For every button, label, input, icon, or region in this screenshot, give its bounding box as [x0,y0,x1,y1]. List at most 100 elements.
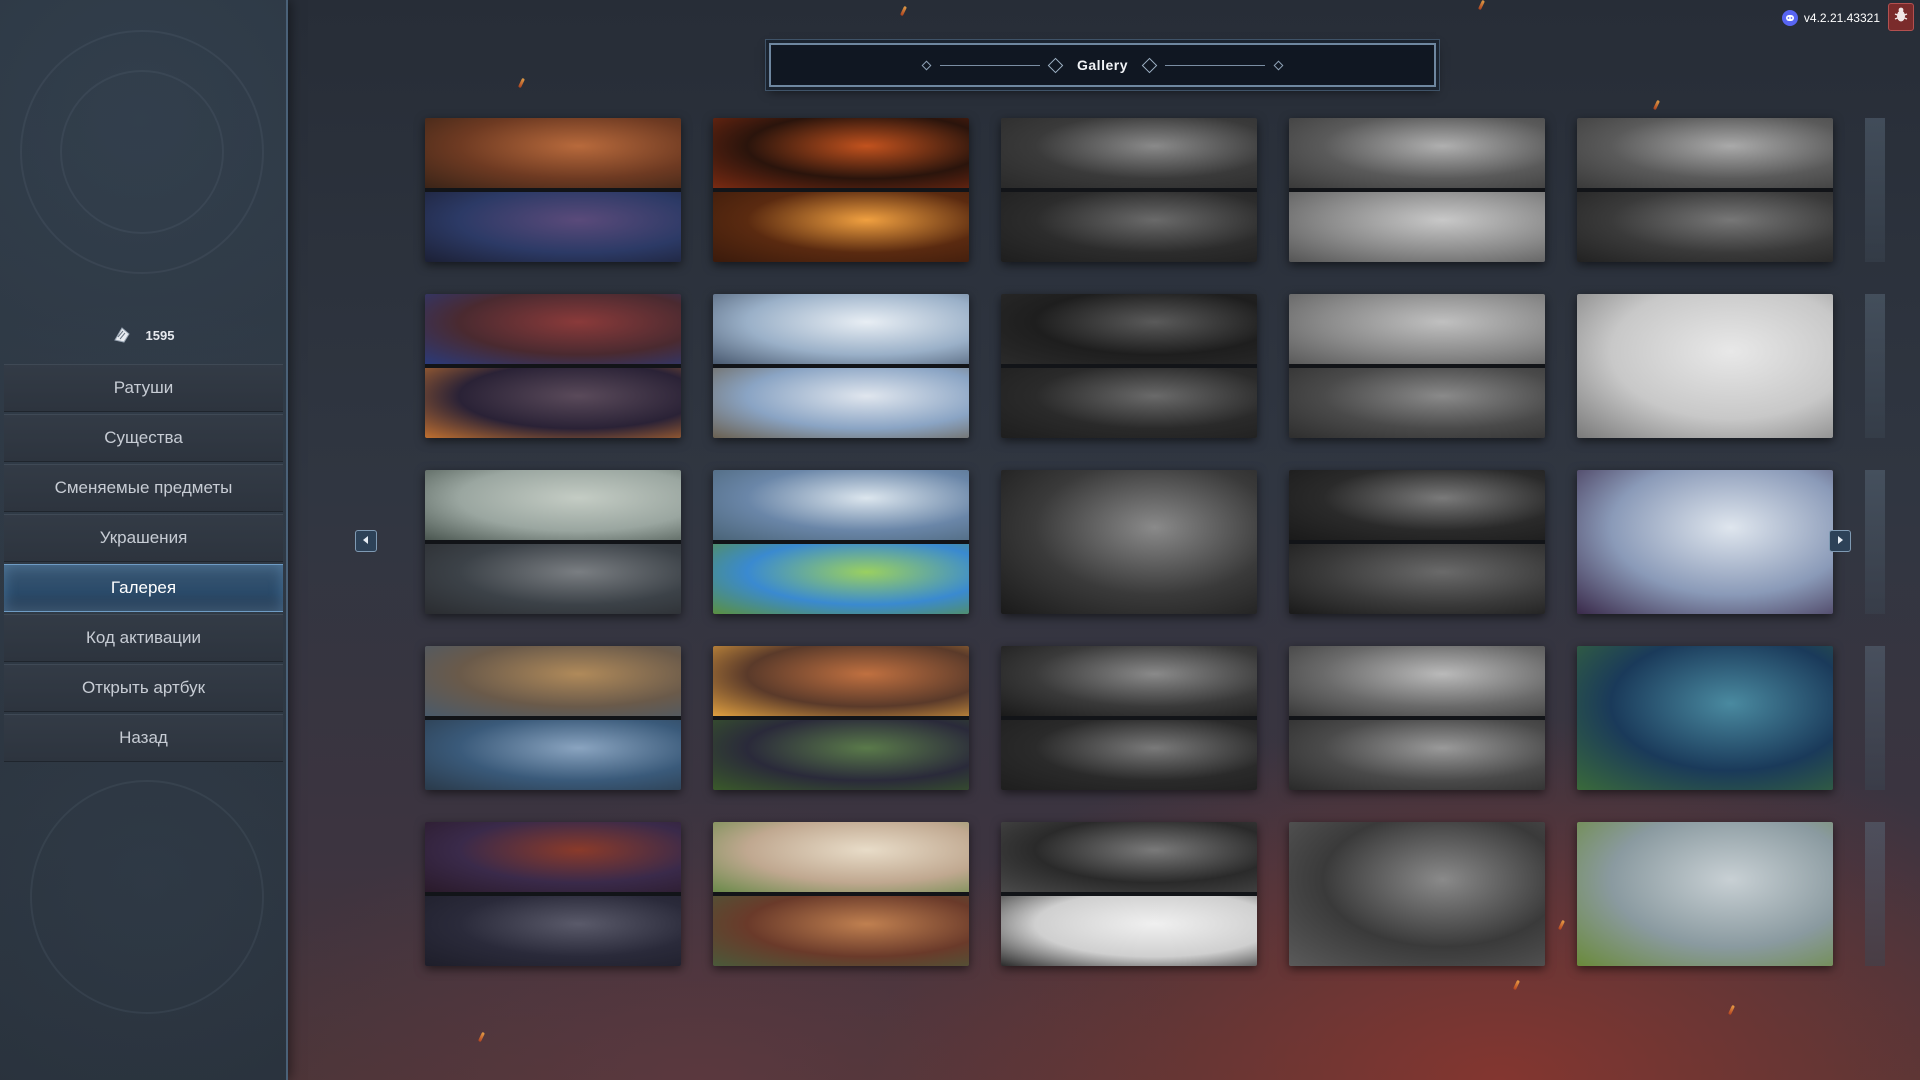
gallery-prev-button[interactable] [355,530,377,552]
ornament [1273,60,1284,70]
sidebar-item-open-artbook[interactable]: Открыть артбук [4,664,283,712]
artwork-thumbnail [1001,720,1257,790]
ember-spark [1513,979,1520,991]
gallery-tile[interactable] [713,646,969,790]
gallery-tile[interactable] [713,470,969,614]
sidebar-item-creatures[interactable]: Существа [4,414,283,462]
artwork-thumbnail [1577,192,1833,262]
artwork-thumbnail [425,896,681,966]
discord-icon[interactable] [1781,10,1798,26]
gallery-tile[interactable] [425,646,681,790]
artwork-thumbnail [1289,470,1545,540]
ornament [1047,57,1064,73]
currency-value: 1595 [145,327,175,343]
gallery-tile-next-page-peek [1865,822,1885,966]
artwork-thumbnail [713,118,969,188]
version-text: v4.2.21.43321 [1803,11,1880,25]
artwork-thumbnail [713,896,969,966]
artwork-thumbnail [425,646,681,716]
sidebar-item-label: Назад [119,728,168,747]
artwork-thumbnail [425,544,681,614]
ember-spark [1653,99,1660,111]
artwork-thumbnail [713,822,969,892]
version-info: v4.2.21.43321 [1781,10,1880,26]
gallery-tile[interactable] [1577,118,1833,262]
sidebar-menu: Ратуши Существа Сменяемые предметы Украш… [4,364,283,764]
ember-spark [478,1031,485,1043]
artwork-thumbnail [1577,646,1833,790]
currency-display: 1595 [0,323,286,347]
sidebar-item-swappable-items[interactable]: Сменяемые предметы [4,464,283,512]
gallery-tile[interactable] [1289,294,1545,438]
gallery-tile[interactable] [1289,470,1545,614]
artwork-thumbnail [713,720,969,790]
sidebar-item-label: Украшения [99,528,188,547]
sidebar-item-back[interactable]: Назад [4,714,283,762]
sidebar-item-label: Ратуши [113,378,174,397]
artwork-thumbnail [425,192,681,262]
bug-report-button[interactable] [1888,3,1914,31]
gallery-tile[interactable] [713,118,969,262]
gallery-next-button[interactable] [1829,530,1851,552]
artwork-thumbnail [1577,118,1833,188]
gallery-tile-next-page-peek [1865,294,1885,438]
artwork-thumbnail [1001,192,1257,262]
artwork-thumbnail [1577,822,1833,966]
artwork-thumbnail [713,646,969,716]
gallery-tile[interactable] [1001,118,1257,262]
ember-spark [1728,1004,1735,1016]
sidebar-item-town-halls[interactable]: Ратуши [4,364,283,412]
artwork-thumbnail [1577,470,1833,614]
divider [1164,64,1265,66]
gallery-tile[interactable] [1577,822,1833,966]
sidebar-item-decorations[interactable]: Украшения [4,514,283,562]
gallery-tile[interactable] [713,294,969,438]
gallery-tile[interactable] [1001,822,1257,966]
sidebar-item-label: Код активации [85,628,201,647]
artwork-thumbnail [1289,192,1545,262]
artwork-thumbnail [1289,646,1545,716]
sidebar: 1595 Ратуши Существа Сменяемые предметы … [0,0,288,1080]
gallery-tile[interactable] [1001,294,1257,438]
artwork-thumbnail [1289,720,1545,790]
rune-shard-icon [112,325,132,345]
gallery-tile[interactable] [713,822,969,966]
sidebar-item-gallery[interactable]: Галерея [4,564,283,612]
ornament [921,60,932,70]
gallery-tile[interactable] [1577,294,1833,438]
ornament [30,780,264,1014]
gallery-header-banner: Gallery [769,43,1436,87]
gallery-tile[interactable] [425,118,681,262]
gallery-tile[interactable] [1289,646,1545,790]
gallery-tile[interactable] [1577,646,1833,790]
gallery-tile-next-page-peek [1865,470,1885,614]
artwork-thumbnail [1289,118,1545,188]
sidebar-item-activation-code[interactable]: Код активации [4,614,283,662]
artwork-thumbnail [713,294,969,364]
sidebar-item-label: Галерея [110,578,177,597]
gallery-tile[interactable] [1289,118,1545,262]
artwork-thumbnail [1001,822,1257,892]
artwork-thumbnail [425,368,681,438]
artwork-thumbnail [713,470,969,540]
gallery-tile[interactable] [425,470,681,614]
artwork-thumbnail [1289,294,1545,364]
gallery-tile[interactable] [1289,822,1545,966]
bug-icon [1893,6,1909,29]
gallery-tile[interactable] [1001,470,1257,614]
gallery-tile[interactable] [1001,646,1257,790]
gallery-tile-next-page-peek [1865,646,1885,790]
artwork-thumbnail [1001,896,1257,966]
ember-spark [518,77,525,89]
artwork-thumbnail [1577,294,1833,438]
page-title: Gallery [1077,57,1128,73]
gallery-tile[interactable] [425,294,681,438]
divider [940,64,1040,66]
sidebar-item-label: Сменяемые предметы [54,478,233,497]
gallery-tile[interactable] [1577,470,1833,614]
ornament [60,70,224,234]
artwork-thumbnail [1001,646,1257,716]
gallery-tile[interactable] [425,822,681,966]
artwork-thumbnail [1289,544,1545,614]
artwork-thumbnail [425,822,681,892]
